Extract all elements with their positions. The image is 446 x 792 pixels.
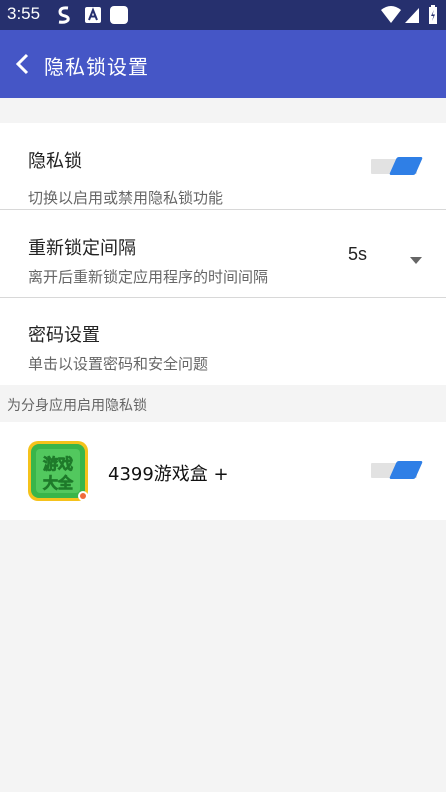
privacy-lock-row[interactable]: 隐私锁 切换以启用或禁用隐私锁功能 xyxy=(0,123,446,209)
app-lock-toggle[interactable] xyxy=(371,460,424,480)
privacy-lock-toggle[interactable] xyxy=(371,156,424,176)
app-icon-text-1: 游戏 xyxy=(43,455,73,473)
app-icon: 游戏 大全 xyxy=(28,441,88,501)
clone-apps-section-title: 为分身应用启用隐私锁 xyxy=(7,398,147,414)
status-bar: 3:55 xyxy=(0,0,446,30)
battery-icon xyxy=(428,5,438,29)
app-icon-text-2: 大全 xyxy=(43,474,74,492)
password-settings-title: 密码设置 xyxy=(28,325,100,346)
privacy-lock-title: 隐私锁 xyxy=(28,151,82,172)
s-app-icon xyxy=(57,5,71,29)
status-time: 3:55 xyxy=(7,4,41,23)
page-title: 隐私锁设置 xyxy=(44,55,149,79)
password-settings-subtitle: 单击以设置密码和安全问题 xyxy=(28,355,209,373)
app-bar: 隐私锁设置 xyxy=(0,30,446,98)
relock-interval-value: 5s xyxy=(348,244,368,264)
app-name: 4399游戏盒 + xyxy=(108,464,229,485)
a-app-icon xyxy=(84,5,102,29)
relock-interval-title: 重新锁定间隔 xyxy=(28,238,136,259)
signal-icon xyxy=(404,5,420,29)
privacy-lock-subtitle: 切换以启用或禁用隐私锁功能 xyxy=(28,189,224,207)
chevron-left-icon[interactable] xyxy=(12,52,34,76)
relock-interval-subtitle: 离开后重新锁定应用程序的时间间隔 xyxy=(28,268,269,286)
dropdown-arrow-icon xyxy=(410,250,422,264)
password-settings-row[interactable]: 密码设置 单击以设置密码和安全问题 xyxy=(0,298,446,385)
wifi-icon xyxy=(380,5,402,29)
square-app-icon xyxy=(109,5,129,29)
